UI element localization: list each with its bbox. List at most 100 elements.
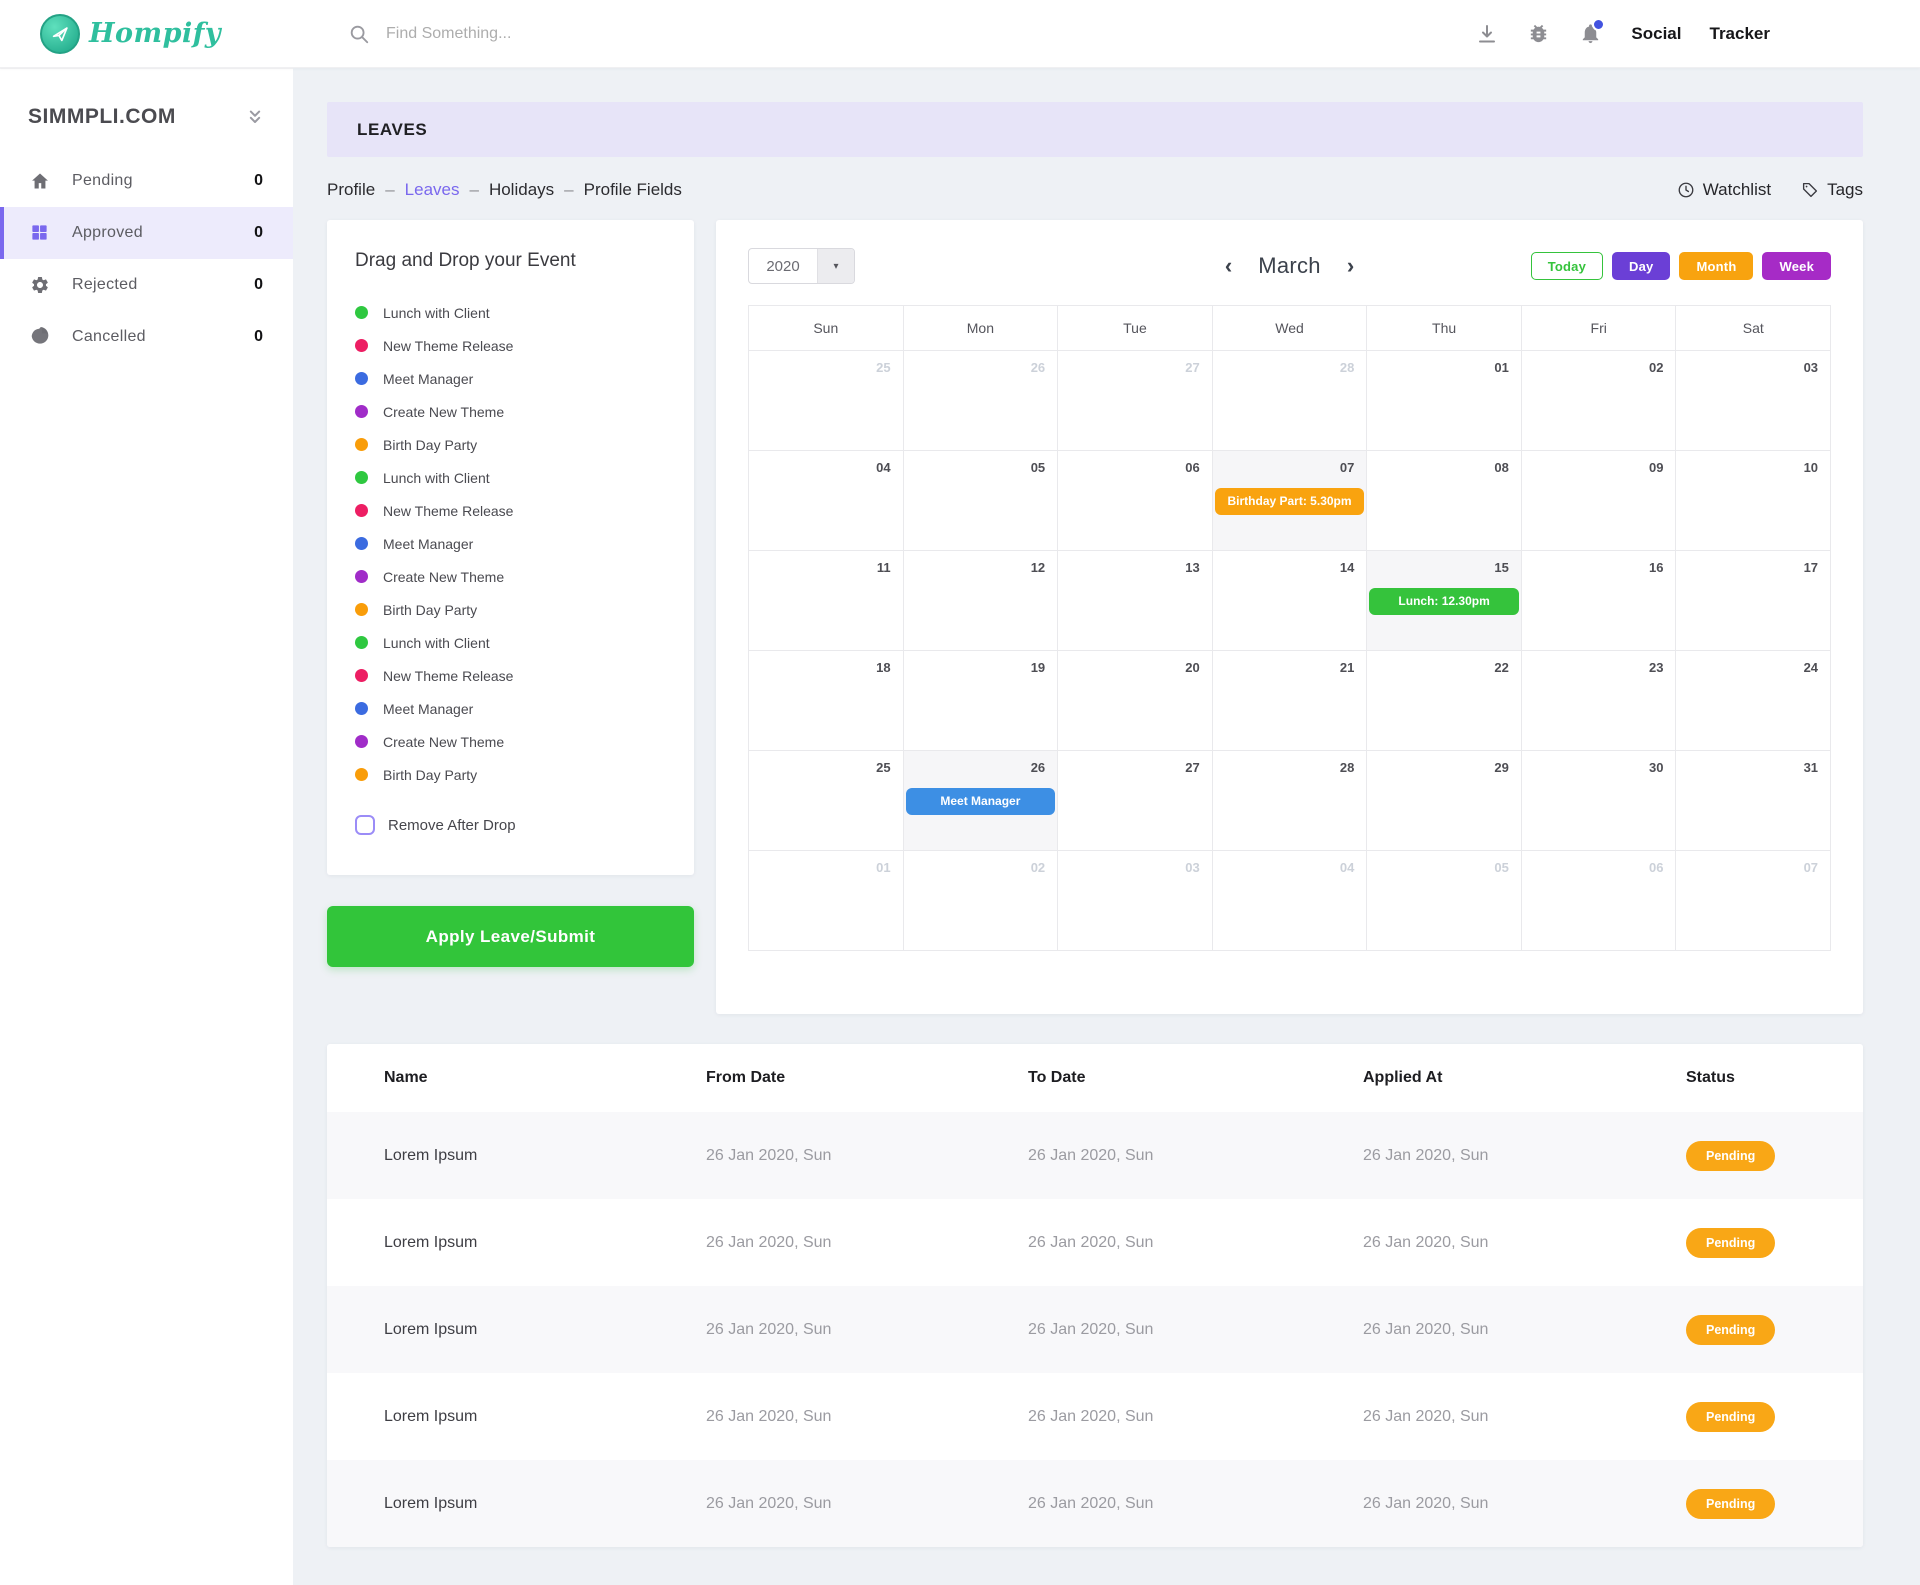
calendar-day-cell[interactable]: 14 bbox=[1212, 550, 1367, 650]
calendar-day-cell[interactable]: 06 bbox=[1057, 450, 1212, 550]
calendar-day-cell[interactable]: 12 bbox=[903, 550, 1058, 650]
day-number: 27 bbox=[1185, 751, 1211, 775]
day-number: 30 bbox=[1649, 751, 1675, 775]
calendar-day-cell[interactable]: 28 bbox=[1212, 350, 1367, 450]
calendar-day-cell[interactable]: 05 bbox=[1366, 850, 1521, 950]
collapse-double-chevron-icon[interactable] bbox=[245, 107, 265, 127]
view-month-button[interactable]: Month bbox=[1679, 252, 1753, 280]
download-icon[interactable] bbox=[1475, 22, 1499, 46]
draggable-event[interactable]: Birth Day Party bbox=[355, 428, 666, 461]
draggable-event[interactable]: Birth Day Party bbox=[355, 593, 666, 626]
bug-icon[interactable] bbox=[1527, 22, 1551, 46]
calendar-day-cell[interactable]: 23 bbox=[1521, 650, 1676, 750]
calendar-day-cell[interactable]: 10 bbox=[1675, 450, 1830, 550]
calendar-day-cell[interactable]: 01 bbox=[1366, 350, 1521, 450]
calendar-day-cell[interactable]: 04 bbox=[749, 450, 903, 550]
event-color-dot bbox=[355, 339, 368, 352]
event-list: Lunch with ClientNew Theme ReleaseMeet M… bbox=[355, 296, 666, 791]
calendar-day-cell[interactable]: 30 bbox=[1521, 750, 1676, 850]
view-day-button[interactable]: Day bbox=[1612, 252, 1670, 280]
draggable-event[interactable]: Lunch with Client bbox=[355, 461, 666, 494]
draggable-event[interactable]: Lunch with Client bbox=[355, 626, 666, 659]
draggable-event[interactable]: Birth Day Party bbox=[355, 758, 666, 791]
search-input[interactable] bbox=[386, 25, 806, 43]
event-label: Create New Theme bbox=[383, 404, 504, 420]
calendar-day-cell[interactable]: 01 bbox=[749, 850, 903, 950]
draggable-event[interactable]: Meet Manager bbox=[355, 362, 666, 395]
calendar-day-cell[interactable]: 31 bbox=[1675, 750, 1830, 850]
main-content: LEAVES Profile–Leaves–Holidays–Profile F… bbox=[293, 68, 1920, 1585]
draggable-event[interactable]: New Theme Release bbox=[355, 329, 666, 362]
breadcrumb-item[interactable]: Holidays bbox=[489, 180, 554, 200]
calendar-day-cell[interactable]: 26Meet Manager bbox=[903, 750, 1058, 850]
calendar-day-cell[interactable]: 18 bbox=[749, 650, 903, 750]
calendar-event-pill[interactable]: Meet Manager bbox=[906, 788, 1056, 815]
event-color-dot bbox=[355, 306, 368, 319]
draggable-event[interactable]: Meet Manager bbox=[355, 527, 666, 560]
day-number: 25 bbox=[876, 351, 902, 375]
pie-icon bbox=[30, 327, 50, 347]
event-color-dot bbox=[355, 603, 368, 616]
draggable-event[interactable]: New Theme Release bbox=[355, 494, 666, 527]
page-title-banner: LEAVES bbox=[327, 102, 1863, 157]
social-link[interactable]: Social bbox=[1631, 24, 1681, 44]
view-week-button[interactable]: Week bbox=[1762, 252, 1831, 280]
sidebar-item-approved[interactable]: Approved0 bbox=[0, 207, 293, 259]
sidebar-item-rejected[interactable]: Rejected0 bbox=[0, 259, 293, 311]
calendar-day-cell[interactable]: 20 bbox=[1057, 650, 1212, 750]
calendar-day-cell[interactable]: 25 bbox=[749, 750, 903, 850]
calendar-day-cell[interactable]: 19 bbox=[903, 650, 1058, 750]
watchlist-button[interactable]: Watchlist bbox=[1677, 180, 1771, 200]
draggable-event[interactable]: Lunch with Client bbox=[355, 296, 666, 329]
breadcrumb-item[interactable]: Profile bbox=[327, 180, 375, 200]
tags-button[interactable]: Tags bbox=[1801, 180, 1863, 200]
draggable-event[interactable]: Create New Theme bbox=[355, 395, 666, 428]
weekday-label: Mon bbox=[903, 306, 1058, 350]
bell-icon[interactable] bbox=[1579, 22, 1603, 46]
view-today-button[interactable]: Today bbox=[1531, 252, 1603, 280]
calendar-day-cell[interactable]: 22 bbox=[1366, 650, 1521, 750]
calendar-day-cell[interactable]: 16 bbox=[1521, 550, 1676, 650]
calendar-day-cell[interactable]: 05 bbox=[903, 450, 1058, 550]
sidebar-item-cancelled[interactable]: Cancelled0 bbox=[0, 311, 293, 363]
sidebar-item-pending[interactable]: Pending0 bbox=[0, 155, 293, 207]
calendar-day-cell[interactable]: 25 bbox=[749, 350, 903, 450]
year-select[interactable]: 2020 ▾ bbox=[748, 248, 855, 284]
calendar-day-cell[interactable]: 27 bbox=[1057, 750, 1212, 850]
calendar-day-cell[interactable]: 07Birthday Part: 5.30pm bbox=[1212, 450, 1367, 550]
calendar-day-cell[interactable]: 04 bbox=[1212, 850, 1367, 950]
prev-month-button[interactable]: ‹ bbox=[1225, 255, 1232, 277]
calendar-day-cell[interactable]: 21 bbox=[1212, 650, 1367, 750]
calendar-event-pill[interactable]: Lunch: 12.30pm bbox=[1369, 588, 1519, 615]
calendar-event-pill[interactable]: Birthday Part: 5.30pm bbox=[1215, 488, 1365, 515]
calendar-day-cell[interactable]: 26 bbox=[903, 350, 1058, 450]
remove-after-drop-checkbox[interactable] bbox=[355, 815, 375, 835]
calendar-day-cell[interactable]: 06 bbox=[1521, 850, 1676, 950]
calendar-day-cell[interactable]: 15Lunch: 12.30pm bbox=[1366, 550, 1521, 650]
calendar-day-cell[interactable]: 02 bbox=[903, 850, 1058, 950]
calendar-day-cell[interactable]: 13 bbox=[1057, 550, 1212, 650]
calendar-day-cell[interactable]: 28 bbox=[1212, 750, 1367, 850]
draggable-event[interactable]: Meet Manager bbox=[355, 692, 666, 725]
apply-leave-button[interactable]: Apply Leave/Submit bbox=[327, 906, 694, 967]
calendar-day-cell[interactable]: 27 bbox=[1057, 350, 1212, 450]
calendar-day-cell[interactable]: 29 bbox=[1366, 750, 1521, 850]
breadcrumb-item[interactable]: Profile Fields bbox=[584, 180, 682, 200]
next-month-button[interactable]: › bbox=[1347, 255, 1354, 277]
calendar-day-cell[interactable]: 03 bbox=[1057, 850, 1212, 950]
logo[interactable]: Hompify bbox=[0, 14, 293, 54]
calendar-day-cell[interactable]: 03 bbox=[1675, 350, 1830, 450]
calendar-day-cell[interactable]: 17 bbox=[1675, 550, 1830, 650]
draggable-event[interactable]: Create New Theme bbox=[355, 725, 666, 758]
draggable-event[interactable]: Create New Theme bbox=[355, 560, 666, 593]
calendar-day-cell[interactable]: 09 bbox=[1521, 450, 1676, 550]
calendar-day-cell[interactable]: 11 bbox=[749, 550, 903, 650]
event-color-dot bbox=[355, 537, 368, 550]
breadcrumb-item[interactable]: Leaves bbox=[405, 180, 460, 200]
draggable-event[interactable]: New Theme Release bbox=[355, 659, 666, 692]
calendar-day-cell[interactable]: 02 bbox=[1521, 350, 1676, 450]
tracker-link[interactable]: Tracker bbox=[1710, 24, 1771, 44]
calendar-day-cell[interactable]: 24 bbox=[1675, 650, 1830, 750]
calendar-day-cell[interactable]: 08 bbox=[1366, 450, 1521, 550]
calendar-day-cell[interactable]: 07 bbox=[1675, 850, 1830, 950]
